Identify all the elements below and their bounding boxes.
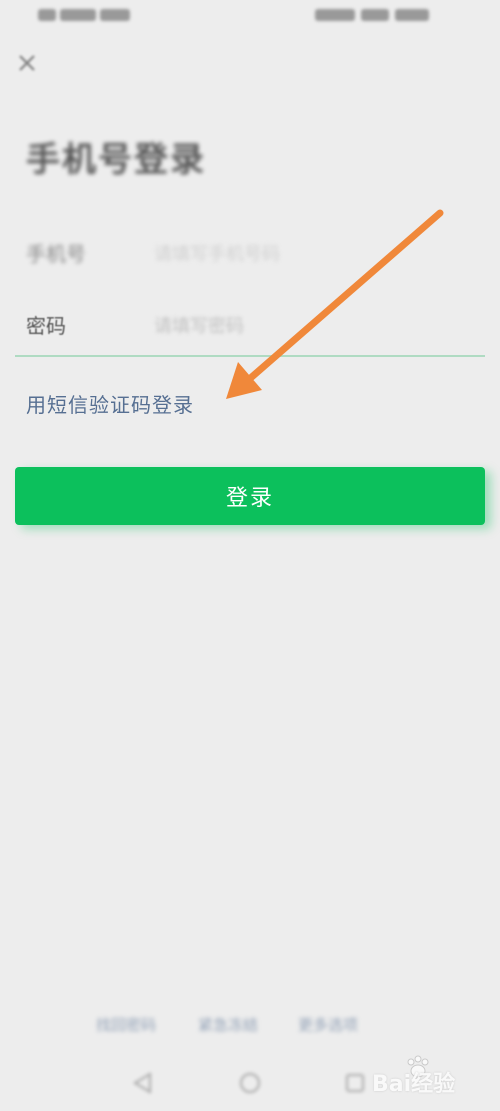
recents-square-icon xyxy=(342,1074,368,1099)
footer-link-find-password[interactable]: 找回密码 xyxy=(96,1014,156,1035)
footer-link-freeze[interactable]: 紧急冻结 xyxy=(198,1014,258,1035)
password-label: 密码 xyxy=(26,314,66,338)
nav-recents-button[interactable] xyxy=(342,1070,368,1096)
password-row[interactable]: 密码 请填写密码 xyxy=(26,300,486,348)
close-icon xyxy=(16,55,38,77)
footer-link-more[interactable]: 更多选项 xyxy=(298,1014,358,1035)
nav-home-button[interactable] xyxy=(237,1070,263,1096)
status-system-info xyxy=(315,7,430,23)
sms-code-login-link[interactable]: 用短信验证码登录 xyxy=(26,389,194,418)
watermark-text: Bai经验 xyxy=(372,1072,456,1097)
nav-back-button[interactable] xyxy=(130,1070,156,1096)
home-circle-icon xyxy=(237,1073,263,1099)
password-input-underline xyxy=(15,355,485,357)
login-button[interactable]: 登录 xyxy=(15,467,485,525)
page-title: 手机号登录 xyxy=(26,140,206,180)
footer-links: 找回密码 紧急冻结 更多选项 xyxy=(0,1012,500,1036)
close-button[interactable] xyxy=(16,52,38,74)
phone-input[interactable]: 请填写手机号码 xyxy=(154,240,280,266)
phone-label: 手机号 xyxy=(26,242,86,266)
status-bar xyxy=(0,0,500,34)
login-screen: 手机号登录 手机号 请填写手机号码 密码 请填写密码 用短信验证码登录 登录 找… xyxy=(0,0,500,1111)
status-carrier-info xyxy=(38,7,138,23)
back-triangle-icon xyxy=(130,1072,156,1099)
baidu-jingyan-watermark: Bai经验 xyxy=(372,1055,472,1098)
password-input[interactable]: 请填写密码 xyxy=(154,312,244,338)
phone-row[interactable]: 手机号 请填写手机号码 xyxy=(26,228,486,276)
